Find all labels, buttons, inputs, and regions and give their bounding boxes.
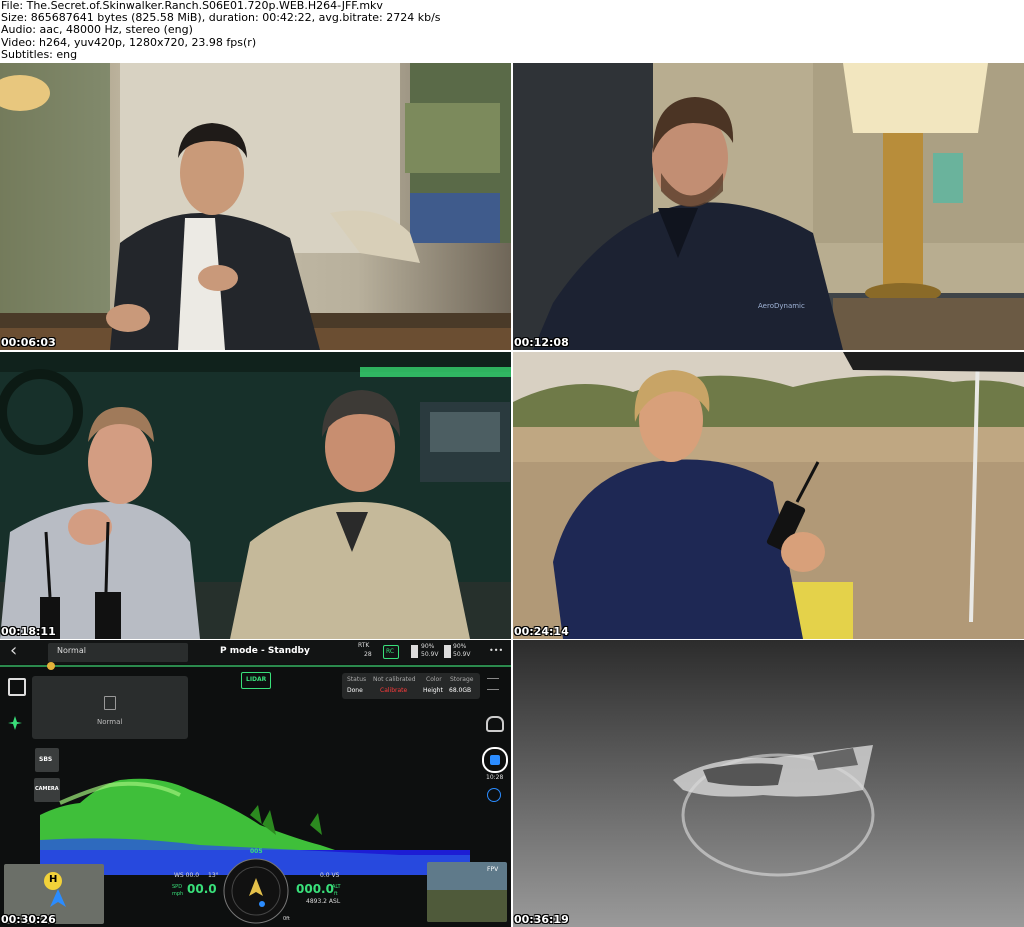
lidar-button[interactable]: LIDAR	[241, 672, 271, 689]
speed-unit-bottom: mph	[172, 891, 184, 897]
panel-mode-label[interactable]: Normal	[97, 718, 122, 726]
fpv-ground	[427, 890, 507, 922]
more-menu-button[interactable]: •••	[489, 646, 503, 655]
lidar-label: LIDAR	[246, 676, 267, 683]
attitude-compass	[223, 858, 289, 924]
mode-options-panel: Normal	[32, 676, 188, 739]
battery-icon-1	[411, 645, 418, 658]
panel-mode-icon	[104, 696, 116, 710]
subtitle-info: Subtitles: eng	[1, 47, 78, 61]
battery-2-voltage: 50.9V	[453, 651, 471, 658]
calibrate-link[interactable]: Calibrate	[380, 687, 407, 694]
frame-1-scene	[0, 63, 511, 350]
frame-4: 00:24:14	[513, 352, 1024, 639]
rc-signal-badge: RC	[383, 645, 399, 659]
lidar-status-panel: Status Done Not calibrated Calibrate Col…	[342, 673, 480, 699]
frame-5-timestamp: 00:30:26	[1, 913, 56, 926]
status-value: Done	[347, 687, 363, 694]
refresh-cloud-icon[interactable]	[486, 716, 504, 732]
fpv-label: FPV	[487, 866, 499, 873]
frame-2-timestamp: 00:12:08	[514, 336, 569, 349]
home-marker-label: H	[49, 874, 58, 885]
altitude-value: 000.0	[296, 882, 334, 896]
file-info-header: File: The.Secret.of.Skinwalker.Ranch.S06…	[0, 0, 1024, 63]
frame-6: 00:36:19	[513, 640, 1024, 927]
frame-4-scene	[513, 352, 1024, 639]
frame-2-scene: AeroDynamic	[513, 63, 1024, 350]
frame-6-scene	[513, 640, 1024, 927]
frame-4-timestamp: 00:24:14	[514, 625, 569, 638]
battery-1-voltage: 50.9V	[421, 651, 439, 658]
back-button[interactable]: ‹	[10, 640, 17, 661]
sliders-icon[interactable]	[487, 678, 499, 690]
color-label: Color	[426, 676, 442, 683]
mode-dropdown-label: Normal	[57, 646, 86, 655]
rc-label: RC	[386, 648, 395, 655]
bottom-distance: 0ft	[283, 916, 290, 922]
storage-label: Storage	[450, 676, 474, 683]
frame-3-timestamp: 00:18:11	[1, 625, 56, 638]
altitude-asl: 4893.2 ASL	[306, 898, 341, 905]
home-marker-icon: H	[44, 872, 62, 890]
rtk-label: RTK	[358, 642, 370, 649]
frame-5-drone-ui: ‹ Normal P mode - Standby RTK 28 RC 90% …	[0, 640, 511, 927]
fpv-preview[interactable]: FPV	[427, 862, 507, 922]
focus-frame-icon[interactable]	[8, 678, 26, 696]
speed-value: 00.0	[187, 882, 217, 896]
altitude-unit-bottom: ft	[334, 891, 338, 897]
battery-2-percent: 90%	[453, 643, 467, 650]
speed-unit-top: SPD	[172, 884, 183, 890]
wind-direction: 13°	[208, 872, 219, 879]
rtk-count: 28	[364, 651, 372, 658]
calibration-label: Not calibrated	[373, 676, 416, 683]
progress-track	[0, 665, 511, 667]
altitude-unit-top: ALT	[332, 884, 341, 890]
frame-2: AeroDynamic 00:12:08	[513, 63, 1024, 350]
battery-icon-2	[444, 645, 451, 658]
frame-3-scene	[0, 352, 511, 639]
shirt-logo-text: AeroDynamic	[758, 302, 805, 310]
frame-1: 00:06:03	[0, 63, 511, 350]
thumbnail-grid: 00:06:03 AeroDynamic 00:12:08 00:18:11 0…	[0, 63, 1024, 927]
color-value: Height	[423, 687, 443, 694]
frame-3: 00:18:11	[0, 352, 511, 639]
frame-6-timestamp: 00:36:19	[514, 913, 569, 926]
drone-position-icon	[50, 889, 66, 907]
flight-mode-status: P mode - Standby	[220, 646, 310, 656]
compass-heading: 005	[250, 848, 263, 855]
mode-dropdown[interactable]: Normal	[48, 643, 188, 662]
storage-value: 68.0GB	[449, 687, 472, 694]
vertical-speed: 0.0 VS	[320, 872, 340, 879]
audio-info: Audio: aac, 48000 Hz, stereo (eng)	[1, 23, 193, 37]
wind-speed: WS 00.0	[174, 872, 200, 879]
frame-1-timestamp: 00:06:03	[1, 336, 56, 349]
video-info: Video: h264, yuv420p, 1280x720, 23.98 fp…	[1, 35, 257, 49]
status-label: Status	[347, 676, 367, 683]
aircraft-icon[interactable]	[8, 715, 22, 730]
battery-1-percent: 90%	[421, 643, 435, 650]
progress-marker[interactable]	[47, 662, 55, 670]
